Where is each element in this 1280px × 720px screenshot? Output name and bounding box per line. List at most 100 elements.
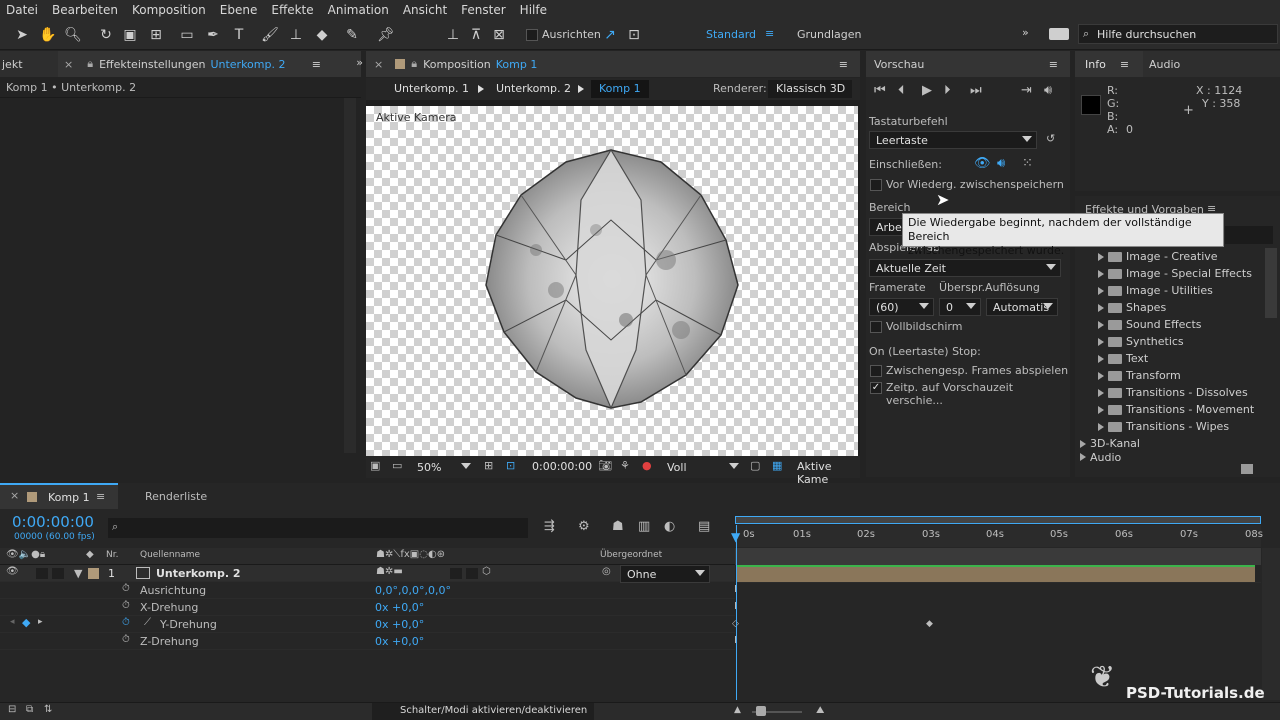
menu-komposition[interactable]: Komposition — [132, 3, 206, 17]
eye-icon[interactable]: 👁︎ — [6, 566, 19, 577]
menu-animation[interactable]: Animation — [328, 3, 389, 17]
info-tab[interactable]: Info ≡ — [1075, 51, 1143, 77]
effect-folder-item[interactable]: Transitions - Movement — [1098, 401, 1254, 418]
effects-search-input[interactable] — [1225, 226, 1273, 244]
stopwatch-active-icon[interactable]: ⏱ — [122, 617, 130, 628]
panel-menu-icon[interactable]: ≡ — [1120, 58, 1129, 71]
effect-folder-item[interactable]: Transitions - Dissolves — [1098, 384, 1248, 401]
work-area-bar[interactable] — [735, 516, 1261, 524]
crumb-unterkomp2[interactable]: Unterkomp. 2 — [496, 82, 571, 95]
layer-row[interactable]: 👁︎ ▼ 1 Unterkomp. 2 ☗✲▬ ⬡ ◎ Ohne — [0, 565, 735, 583]
switch-box[interactable] — [450, 568, 462, 579]
property-value[interactable]: 0x +0,0° — [375, 635, 424, 648]
prev-keyframe-icon[interactable]: ◂ — [10, 617, 15, 627]
property-row[interactable]: ◂ ◆ ▸ ⏱ ⟋ Y-Drehung 0x +0,0° — [0, 616, 735, 633]
mask-icon[interactable]: ⊡ — [624, 25, 644, 45]
menu-hilfe[interactable]: Hilfe — [520, 3, 547, 17]
effect-category-item[interactable]: Audio — [1080, 452, 1121, 462]
effect-folder-item[interactable]: Transitions - Wipes — [1098, 418, 1229, 435]
layer-switches-icon[interactable]: ☗✲▬ — [376, 566, 403, 577]
loop-icon[interactable]: ⇥ — [1021, 83, 1032, 98]
text-tool-icon[interactable]: T — [229, 25, 249, 45]
selection-tool-icon[interactable]: ➤ — [12, 25, 32, 45]
help-search-input[interactable]: ⌕ Hilfe durchsuchen — [1078, 24, 1278, 44]
stamp-tool-icon[interactable]: ⊥ — [286, 25, 306, 45]
modes-toggle-icon[interactable]: ⧉ — [26, 704, 33, 715]
project-panel-tab[interactable]: jekt — [0, 51, 58, 77]
skip-dropdown[interactable]: 0 — [939, 298, 981, 316]
cache-checkbox[interactable] — [870, 179, 882, 191]
safe-zones-icon[interactable]: ⊡ — [506, 459, 515, 472]
workspace-menu-icon[interactable]: ≡ — [765, 27, 774, 40]
menu-bearbeiten[interactable]: Bearbeiten — [52, 3, 118, 17]
menu-ebene[interactable]: Ebene — [220, 3, 258, 17]
overlay-icon[interactable]: ⁙ — [1022, 156, 1033, 171]
motion-blur-icon[interactable]: ◐ — [664, 519, 675, 534]
reset-icon[interactable]: ↺ — [1046, 132, 1055, 145]
effect-folder-item[interactable]: Sound Effects — [1098, 316, 1202, 333]
stopwatch-icon[interactable]: ⏱ — [122, 634, 130, 645]
resolution-dropdown[interactable]: Automatis — [986, 298, 1058, 316]
move-time-checkbox[interactable]: ✓ — [870, 382, 882, 394]
first-frame-icon[interactable]: ⏮ — [874, 83, 886, 98]
keyframe-icon[interactable]: ◆ — [22, 616, 30, 629]
effect-folder-item[interactable]: Text — [1098, 350, 1148, 367]
property-row[interactable]: ⏱ Ausrichtung 0,0°,0,0°,0,0° — [0, 582, 735, 599]
switch-box[interactable] — [466, 568, 478, 579]
stopwatch-icon[interactable]: ⏱ — [122, 583, 130, 594]
transparency-grid-icon[interactable]: ▦ — [772, 459, 782, 472]
timeline-timecode[interactable]: 0:00:00:00 — [12, 513, 94, 531]
stopwatch-icon[interactable]: ⏱ — [122, 600, 130, 611]
rotate-tool-icon[interactable]: ↻ — [96, 25, 116, 45]
local-axis-icon[interactable]: ⊥ — [443, 25, 463, 45]
roto-brush-tool-icon[interactable]: ✎ — [342, 25, 362, 45]
zoom-dropdown[interactable]: 50% — [410, 458, 476, 476]
fullscreen-checkbox[interactable] — [870, 321, 882, 333]
effect-controls-tab[interactable]: × 🔒︎ Effekteinstellungen Unterkomp. 2 ≡ … — [58, 51, 363, 77]
camera-tool-icon[interactable]: ▣ — [120, 25, 140, 45]
label-color-swatch[interactable] — [88, 568, 99, 579]
solo-toggle[interactable] — [36, 568, 48, 579]
effect-folder-item[interactable]: Image - Utilities — [1098, 282, 1213, 299]
crumb-unterkomp1[interactable]: Unterkomp. 1 — [394, 82, 469, 95]
speaker-icon[interactable]: 🔊︎ — [1044, 83, 1052, 98]
snapshot-region-icon[interactable]: ▣ — [370, 459, 380, 472]
shy-icon[interactable]: ☗ — [612, 519, 624, 534]
play-icon[interactable]: ▶ — [922, 83, 932, 98]
parent-dropdown[interactable]: Ohne — [620, 565, 710, 583]
snap-icon[interactable]: ↗ — [600, 25, 620, 45]
comp-viewer[interactable]: Aktive Kamera — [366, 100, 860, 456]
preview-tab[interactable]: Vorschau ≡ — [866, 51, 1070, 77]
hand-tool-icon[interactable]: ✋ — [38, 25, 58, 45]
region-icon[interactable]: ▢ — [750, 459, 760, 472]
keyframe-icon[interactable]: ◆ — [926, 619, 933, 629]
graph-editor-icon[interactable]: ▤ — [698, 519, 710, 534]
keyboard-icon[interactable] — [1049, 28, 1069, 40]
menu-fenster[interactable]: Fenster — [461, 3, 506, 17]
viewer-timecode[interactable]: 0:00:00:00 — [532, 460, 592, 473]
workspace-standard[interactable]: Standard — [706, 28, 756, 41]
playhead-icon[interactable]: ▼ — [731, 530, 740, 544]
show-snapshot-icon[interactable]: ⚘ — [620, 459, 630, 472]
lock-toggle[interactable] — [52, 568, 64, 579]
lock-icon[interactable]: 🔒︎ — [87, 57, 93, 71]
lock-icon[interactable]: 🔒︎ — [411, 57, 417, 71]
zoom-tool-icon[interactable]: 🔍︎ — [63, 25, 83, 45]
crumb-current[interactable]: Komp 1 — [591, 80, 649, 98]
timeline-search-input[interactable]: ⌕ — [108, 518, 528, 538]
panel-menu-icon[interactable]: ≡ — [312, 58, 321, 71]
next-frame-icon[interactable]: ⏵ — [944, 83, 951, 98]
eye-icon[interactable]: 👁︎ — [974, 156, 991, 171]
frame-blending-icon[interactable]: ▥ — [638, 519, 650, 534]
cached-frames-checkbox[interactable] — [870, 365, 882, 377]
current-time-indicator[interactable] — [736, 525, 737, 700]
menu-effekte[interactable]: Effekte — [271, 3, 313, 17]
property-value[interactable]: 0x +0,0° — [375, 618, 424, 631]
composition-tab[interactable]: × 🔒︎ Komposition Komp 1 ≡ — [366, 51, 860, 77]
effect-folder-item[interactable]: Transform — [1098, 367, 1181, 384]
workspace-overflow-icon[interactable]: » — [1022, 26, 1029, 39]
last-frame-icon[interactable]: ⏭ — [970, 83, 982, 98]
monitor-icon[interactable]: ▭ — [392, 459, 402, 472]
menu-ansicht[interactable]: Ansicht — [403, 3, 447, 17]
playfrom-dropdown[interactable]: Aktuelle Zeit — [869, 259, 1061, 277]
